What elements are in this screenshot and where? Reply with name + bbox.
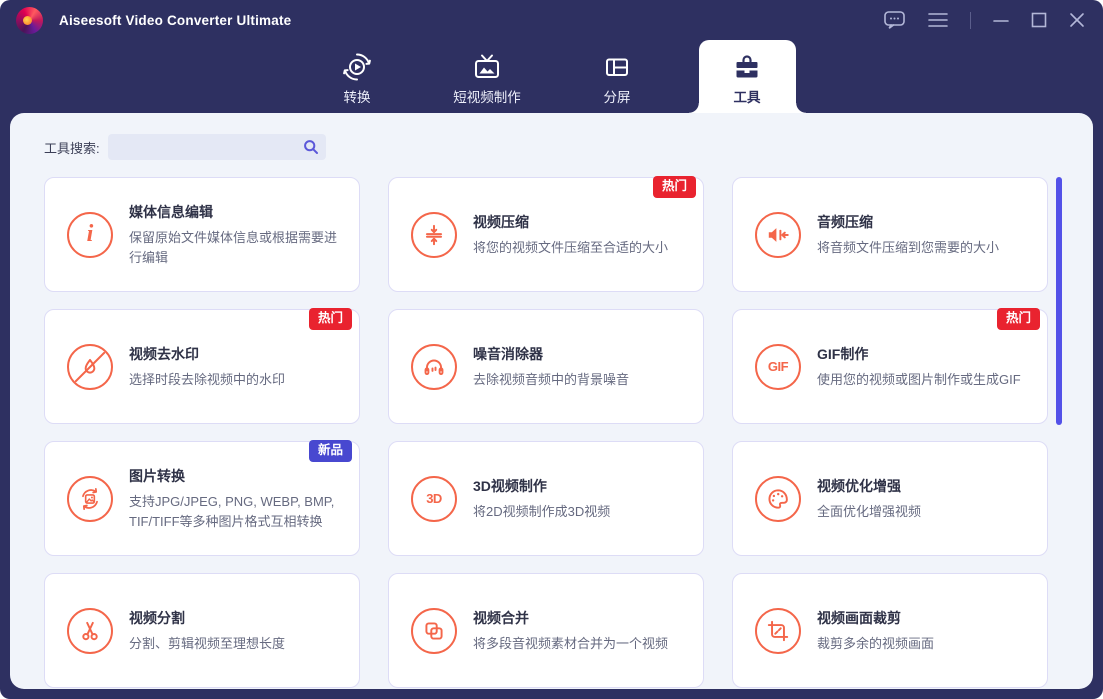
tab-split-label: 分屏: [603, 90, 631, 105]
tool-desc: 裁剪多余的视频画面: [817, 635, 935, 651]
tool-desc: 使用您的视频或图片制作或生成GIF: [817, 371, 1021, 387]
search-icon[interactable]: [303, 139, 319, 155]
tool-card-video-enhancer[interactable]: 视频优化增强 全面优化增强视频: [732, 441, 1048, 556]
tool-card-gif-maker[interactable]: 热门 GIF GIF制作 使用您的视频或图片制作或生成GIF: [732, 308, 1048, 424]
tools-grid: i 媒体信息编辑 保留原始文件媒体信息或根据需要进行编辑 热门 视频压缩 将您的…: [44, 176, 1048, 688]
tab-convert[interactable]: 转换: [292, 40, 422, 113]
main-tabs: 转换 短视频制作 分屏 工具: [0, 40, 1103, 113]
tool-title: 视频压缩: [473, 213, 529, 230]
tool-title: 视频合并: [473, 609, 529, 626]
tool-card-video-splitter[interactable]: 视频分割 分割、剪辑视频至理想长度: [44, 573, 360, 688]
search-label: 工具搜索:: [44, 140, 100, 156]
tool-title: 媒体信息编辑: [129, 204, 213, 220]
tool-title: 视频优化增强: [817, 477, 901, 494]
scrollbar-thumb[interactable]: [1056, 177, 1062, 425]
tool-desc: 将音频文件压缩到您需要的大小: [817, 239, 1000, 255]
tool-title: 视频分割: [129, 609, 185, 626]
tool-card-audio-compressor[interactable]: 音频压缩 将音频文件压缩到您需要的大小: [732, 177, 1048, 292]
gif-icon: GIF: [755, 343, 801, 390]
hot-badge: 热门: [652, 176, 696, 198]
tab-toolbox[interactable]: 工具: [682, 40, 812, 113]
tab-short-video-label: 短视频制作: [453, 90, 521, 105]
tool-desc: 选择时段去除视频中的水印: [129, 371, 286, 387]
tool-card-video-cropper[interactable]: 视频画面裁剪 裁剪多余的视频画面: [732, 573, 1048, 688]
hot-badge: 热门: [308, 308, 352, 330]
tab-convert-label: 转换: [343, 90, 371, 105]
close-button[interactable]: [1069, 12, 1085, 28]
titlebar: Aiseesoft Video Converter Ultimate: [0, 0, 1103, 40]
short-video-icon: [472, 51, 502, 83]
tool-card-media-info-editor[interactable]: i 媒体信息编辑 保留原始文件媒体信息或根据需要进行编辑: [44, 177, 360, 292]
tool-title: 音频压缩: [817, 213, 873, 230]
crop-icon: [755, 607, 801, 654]
new-badge: 新品: [308, 440, 352, 462]
info-icon: i: [67, 211, 113, 258]
split-screen-icon: [602, 51, 632, 83]
tool-desc: 将您的视频文件压缩至合适的大小: [473, 239, 669, 255]
tool-card-3d-maker[interactable]: 3D 3D视频制作 将2D视频制作成3D视频: [388, 441, 704, 556]
tool-title: 视频画面裁剪: [817, 609, 901, 626]
feedback-icon[interactable]: [884, 10, 906, 30]
headphones-icon: [411, 343, 457, 390]
tool-desc: 支持JPG/JPEG, PNG, WEBP, BMP, TIF/TIFF等多种图…: [129, 494, 335, 529]
tool-card-video-compressor[interactable]: 热门 视频压缩 将您的视频文件压缩至合适的大小: [388, 176, 704, 292]
tool-title: 视频去水印: [129, 345, 199, 362]
tool-card-image-converter[interactable]: 新品 图片转换 支持JPG/JPEG, PNG, WEBP, BMP, TIF/: [44, 440, 360, 556]
convert-icon: [342, 51, 372, 83]
titlebar-divider: [970, 11, 971, 29]
tab-toolbox-label: 工具: [733, 90, 761, 105]
minimize-button[interactable]: [993, 12, 1009, 28]
maximize-button[interactable]: [1031, 12, 1047, 28]
app-title: Aiseesoft Video Converter Ultimate: [59, 12, 292, 28]
image-convert-icon: [67, 475, 113, 522]
tool-title: GIF制作: [817, 345, 869, 362]
tool-card-video-merger[interactable]: 视频合并 将多段音视频素材合并为一个视频: [388, 573, 704, 688]
tool-desc: 去除视频音频中的背景噪音: [473, 371, 630, 387]
tools-panel: 工具搜索: i 媒体信息编辑 保留原始文件媒体信息或根据需要进行编辑 热门 视频…: [10, 113, 1093, 689]
app-window: Aiseesoft Video Converter Ultimate 转换 短视…: [0, 0, 1103, 699]
tool-card-noise-remover[interactable]: 噪音消除器 去除视频音频中的背景噪音: [388, 309, 704, 424]
tool-desc: 将多段音视频素材合并为一个视频: [473, 635, 669, 651]
menu-icon[interactable]: [928, 12, 948, 28]
toolbox-icon: [732, 51, 762, 83]
search-input[interactable]: [107, 134, 326, 160]
tool-desc: 保留原始文件媒体信息或根据需要进行编辑: [129, 230, 338, 265]
tool-card-video-watermark-remover[interactable]: 热门 视频去水印 选择时段去除视频中的水印: [44, 308, 360, 424]
tab-short-video-maker[interactable]: 短视频制作: [422, 40, 552, 113]
speaker-compress-icon: [755, 211, 801, 258]
palette-icon: [755, 475, 801, 522]
app-logo-icon: [16, 6, 43, 34]
merge-icon: [411, 607, 457, 654]
tool-search-row: 工具搜索:: [44, 134, 326, 160]
3d-icon: 3D: [411, 475, 457, 522]
watermark-remover-icon: [67, 343, 113, 390]
tab-split-screen[interactable]: 分屏: [552, 40, 682, 113]
tool-title: 3D视频制作: [473, 477, 547, 494]
tool-desc: 分割、剪辑视频至理想长度: [129, 635, 286, 651]
tool-desc: 将2D视频制作成3D视频: [473, 503, 611, 519]
tool-title: 图片转换: [129, 468, 185, 484]
scissors-icon: [67, 607, 113, 654]
tool-title: 噪音消除器: [473, 345, 543, 362]
compress-icon: [411, 211, 457, 258]
tool-desc: 全面优化增强视频: [817, 503, 922, 519]
hot-badge: 热门: [996, 308, 1040, 330]
